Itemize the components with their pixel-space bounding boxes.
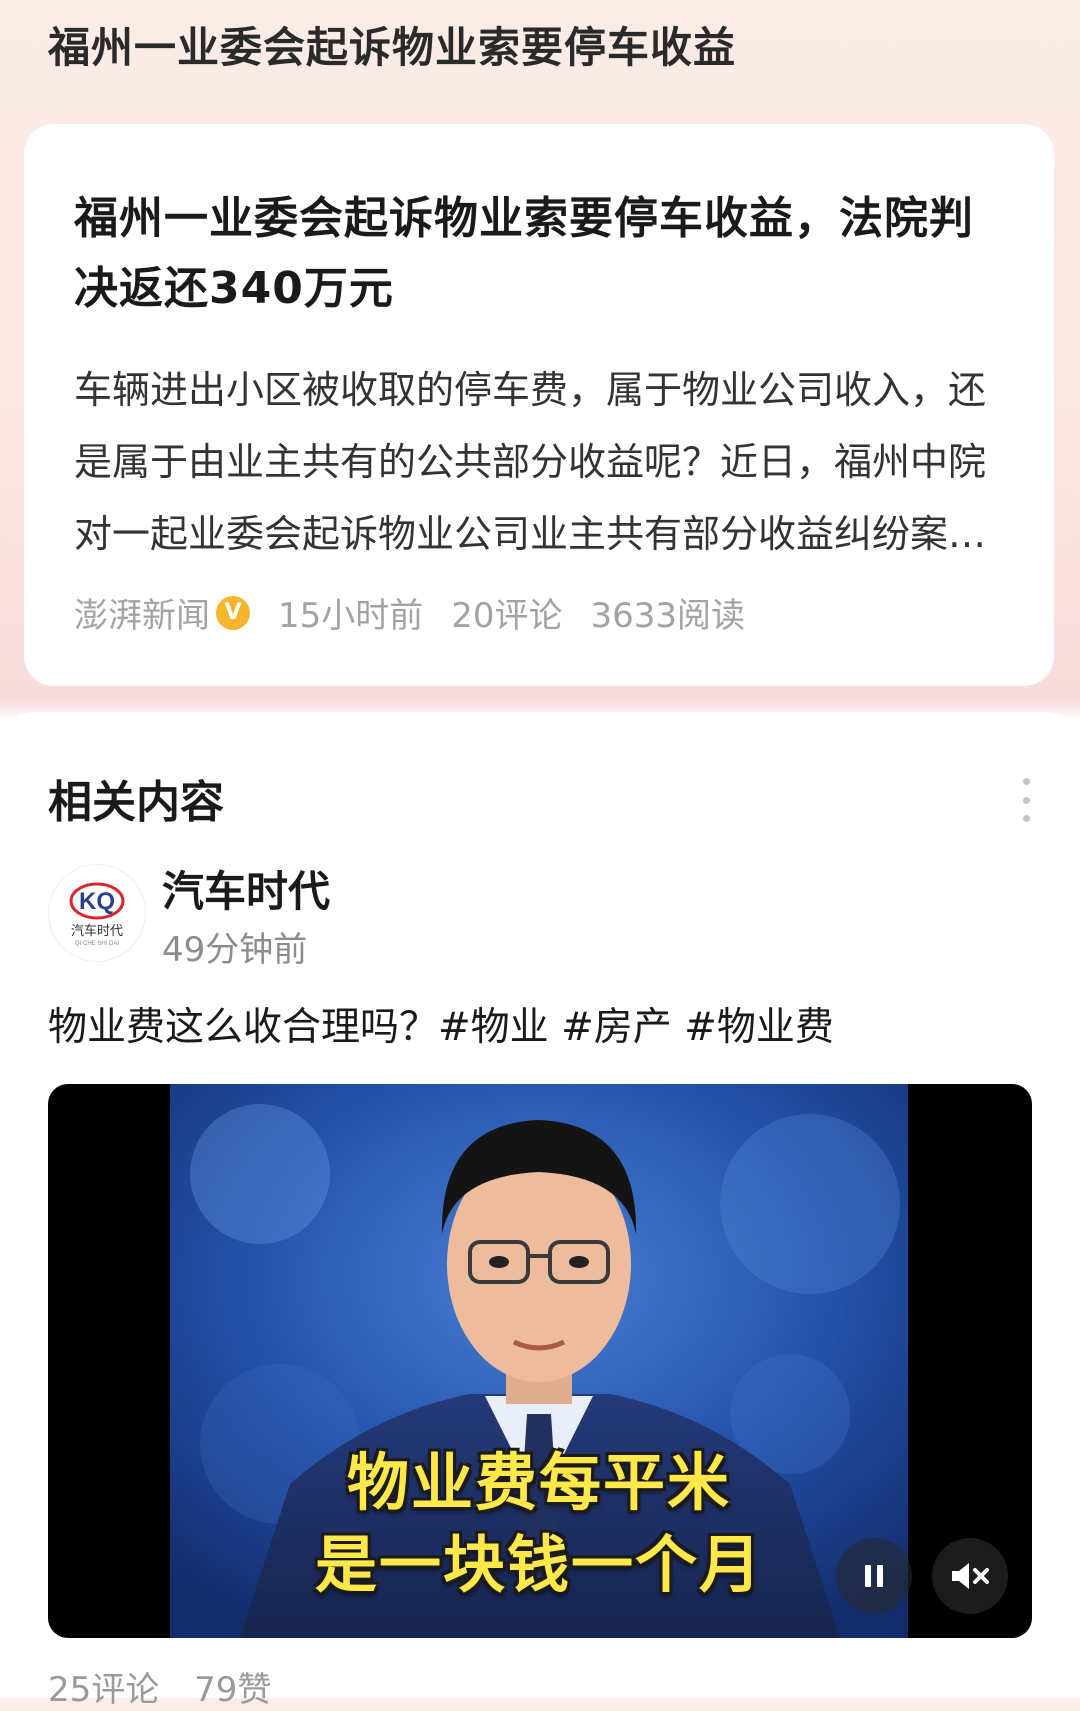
news-card[interactable]: 福州一业委会起诉物业索要停车收益，法院判决返还340万元 车辆进出小区被收取的停… [24,124,1054,762]
news-headline[interactable]: 福州一业委会起诉物业索要停车收益，法院判决返还340万元 [74,184,1014,324]
news-meta: 澎湃新闻 V 15小时前 20评论 3633阅读 [74,588,745,637]
author-logo: KQ 汽车时代 QI CHE SHI DAI [69,882,125,947]
muted-speaker-icon [952,1563,989,1589]
video-caption-line-1: 物业费每平米 [346,1446,731,1519]
video-caption-line-2: 是一块钱一个月 [314,1528,763,1601]
post-stats: 25评论 79赞 [48,1662,295,1711]
post-text[interactable]: 物业费这么收合理吗？#物业 #房产 #物业费 [48,996,834,1052]
verified-icon: V [216,595,250,630]
related-section-title: 相关内容 [48,777,224,828]
related-content-panel: 相关内容 KQ 汽车时代 QI CHE SHI DAI 汽车时代 49分钟前 物… [0,712,1080,1710]
video-player[interactable]: 物业费每平米 是一块钱一个月 [48,1084,1032,1638]
news-time: 15小时前 [278,596,424,636]
post-comment-count[interactable]: 25评论 [48,1670,159,1710]
avatar-subcaption: QI CHE SHI DAI [75,941,119,947]
mute-toggle-button[interactable] [932,1538,1008,1614]
post-like-count[interactable]: 79赞 [194,1670,271,1710]
news-comment-count: 20评论 [451,596,563,636]
topic-title: 福州一业委会起诉物业索要停车收益 [48,23,737,72]
related-more-options-icon[interactable] [1016,778,1036,822]
author-name[interactable]: 汽车时代 [162,858,330,919]
avatar-logo-text: KQ [79,888,115,915]
pause-button[interactable] [836,1538,912,1614]
author-avatar[interactable]: KQ 汽车时代 QI CHE SHI DAI [48,864,146,962]
avatar-caption: 汽车时代 [71,923,123,939]
post-time: 49分钟前 [162,930,308,970]
pause-icon [865,1565,883,1587]
video-frame: 物业费每平米 是一块钱一个月 [170,1084,908,1638]
news-read-count: 3633阅读 [590,596,746,636]
news-summary[interactable]: 车辆进出小区被收取的停车费，属于物业公司收入，还是属于由业主共有的公共部分收益呢… [74,354,1014,570]
news-source[interactable]: 澎湃新闻 [74,588,210,637]
